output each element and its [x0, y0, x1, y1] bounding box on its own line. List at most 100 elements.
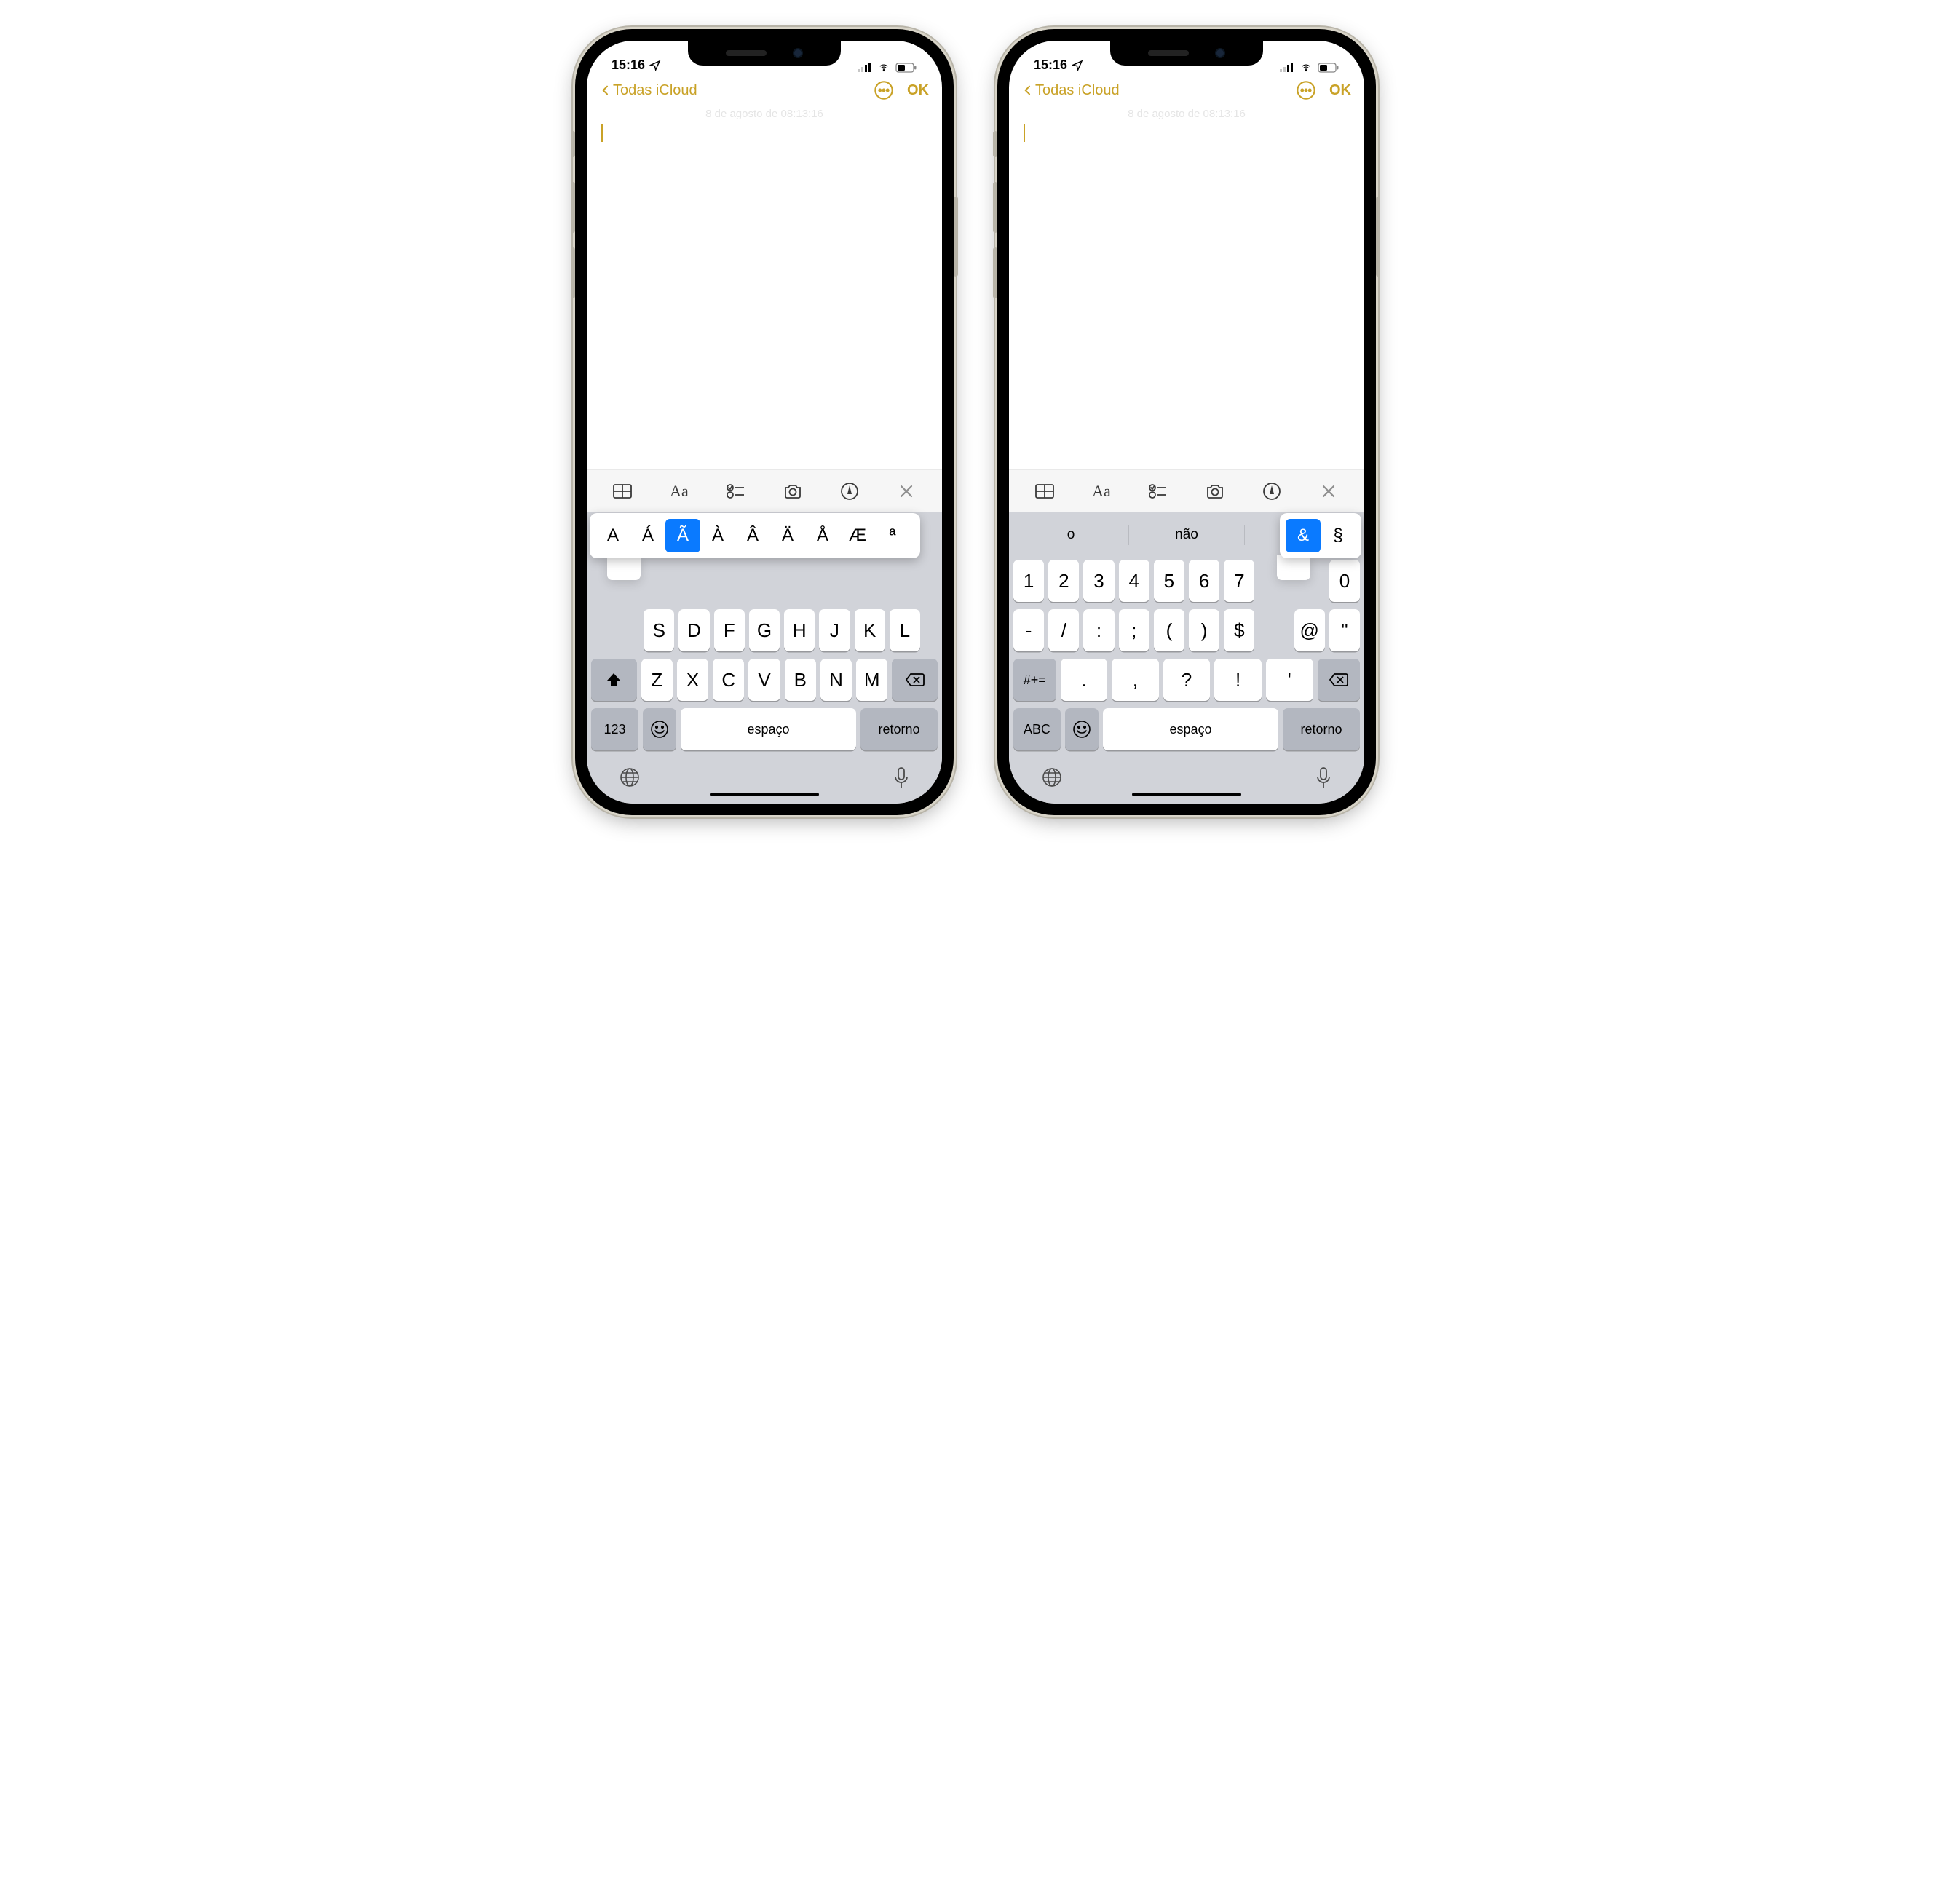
space-key[interactable]: espaço [1103, 708, 1278, 750]
camera-icon[interactable] [775, 477, 810, 506]
markup-icon[interactable] [1254, 477, 1289, 506]
back-label: Todas iCloud [1035, 82, 1120, 99]
signal-icon [1280, 63, 1294, 73]
keyboard: A Á Ã À Â Ä Å Æ ª A S D F [587, 512, 942, 804]
done-button[interactable]: OK [907, 82, 929, 99]
globe-icon[interactable] [1041, 766, 1063, 793]
mic-icon[interactable] [893, 766, 910, 793]
status-time: 15:16 [1034, 57, 1067, 73]
more-icon[interactable] [874, 80, 894, 100]
key[interactable]: V [748, 659, 780, 701]
accent-option[interactable]: ª [875, 519, 910, 552]
done-button[interactable]: OK [1329, 82, 1351, 99]
back-button[interactable]: Todas iCloud [1022, 82, 1120, 99]
accent-option[interactable]: Å [805, 519, 840, 552]
close-icon[interactable] [1311, 477, 1346, 506]
key[interactable]: ) [1189, 609, 1219, 651]
key[interactable]: @ [1294, 609, 1325, 651]
home-indicator[interactable] [1132, 793, 1241, 796]
return-key[interactable]: retorno [1283, 708, 1360, 750]
key[interactable]: 4 [1119, 560, 1149, 602]
signal-icon [858, 63, 872, 73]
key[interactable]: H [784, 609, 815, 651]
globe-icon[interactable] [619, 766, 641, 793]
text-format-icon[interactable]: Aa [1084, 477, 1119, 506]
text-format-icon[interactable]: Aa [662, 477, 697, 506]
accent-option[interactable]: Ä [770, 519, 805, 552]
key[interactable]: / [1048, 609, 1079, 651]
key[interactable]: 0 [1329, 560, 1360, 602]
key[interactable]: 7 [1224, 560, 1254, 602]
key[interactable]: D [678, 609, 709, 651]
location-icon [1072, 60, 1083, 71]
key[interactable]: 3 [1083, 560, 1114, 602]
key[interactable]: F [714, 609, 745, 651]
key[interactable]: L [890, 609, 920, 651]
key[interactable]: M [856, 659, 887, 701]
key[interactable]: B [785, 659, 816, 701]
key[interactable]: J [819, 609, 850, 651]
key[interactable]: K [855, 609, 885, 651]
emoji-key[interactable] [1065, 708, 1099, 750]
suggestion[interactable]: o [1013, 527, 1128, 543]
key[interactable]: ; [1119, 609, 1149, 651]
note-body[interactable]: 8 de agosto de 08:13:16 [1009, 103, 1364, 469]
markup-icon[interactable] [832, 477, 867, 506]
back-button[interactable]: Todas iCloud [600, 82, 697, 99]
mode-key[interactable]: ABC [1013, 708, 1061, 750]
key[interactable]: " [1329, 609, 1360, 651]
alt-key[interactable]: #+= [1013, 659, 1056, 701]
mic-icon[interactable] [1315, 766, 1332, 793]
keyboard: o não que & § 1 2 3 4 5 6 [1009, 512, 1364, 804]
close-icon[interactable] [889, 477, 924, 506]
backspace-key[interactable] [1318, 659, 1361, 701]
key[interactable]: - [1013, 609, 1044, 651]
key[interactable]: X [677, 659, 708, 701]
suggestion[interactable]: não [1129, 527, 1244, 543]
key[interactable]: S [644, 609, 674, 651]
mode-key[interactable]: 123 [591, 708, 638, 750]
accent-popup[interactable]: A Á Ã À Â Ä Å Æ ª [590, 513, 920, 558]
accent-option[interactable]: Æ [840, 519, 875, 552]
accent-option[interactable]: Á [630, 519, 665, 552]
key[interactable]: 2 [1048, 560, 1079, 602]
camera-icon[interactable] [1198, 477, 1232, 506]
more-icon[interactable] [1296, 80, 1316, 100]
accent-option[interactable]: Â [735, 519, 770, 552]
key[interactable]: ' [1266, 659, 1313, 701]
space-key[interactable]: espaço [681, 708, 856, 750]
accent-option[interactable]: À [700, 519, 735, 552]
shift-key[interactable] [591, 659, 637, 701]
table-icon[interactable] [605, 477, 640, 506]
chevron-left-icon [600, 82, 612, 98]
key[interactable]: Z [641, 659, 673, 701]
table-icon[interactable] [1027, 477, 1062, 506]
key[interactable]: 6 [1189, 560, 1219, 602]
key[interactable]: $ [1224, 609, 1254, 651]
note-date: 8 de agosto de 08:13:16 [601, 108, 927, 120]
key[interactable]: ? [1163, 659, 1211, 701]
key[interactable]: ! [1214, 659, 1262, 701]
key[interactable]: 1 [1013, 560, 1044, 602]
emoji-key[interactable] [643, 708, 676, 750]
accent-option[interactable]: A [595, 519, 630, 552]
key[interactable]: , [1112, 659, 1159, 701]
return-key[interactable]: retorno [860, 708, 938, 750]
symbol-option-selected[interactable]: & [1286, 519, 1321, 552]
symbol-option[interactable]: § [1321, 519, 1356, 552]
symbol-popup[interactable]: & § [1280, 513, 1361, 558]
accent-option-selected[interactable]: Ã [665, 519, 700, 552]
key[interactable]: C [713, 659, 744, 701]
checklist-icon[interactable] [1141, 477, 1176, 506]
backspace-key[interactable] [892, 659, 938, 701]
note-body[interactable]: 8 de agosto de 08:13:16 [587, 103, 942, 469]
key[interactable]: 5 [1154, 560, 1184, 602]
checklist-icon[interactable] [719, 477, 753, 506]
chevron-left-icon [1022, 82, 1034, 98]
key[interactable]: : [1083, 609, 1114, 651]
key[interactable]: ( [1154, 609, 1184, 651]
key[interactable]: G [749, 609, 780, 651]
home-indicator[interactable] [710, 793, 819, 796]
key[interactable]: N [820, 659, 852, 701]
key[interactable]: . [1061, 659, 1108, 701]
